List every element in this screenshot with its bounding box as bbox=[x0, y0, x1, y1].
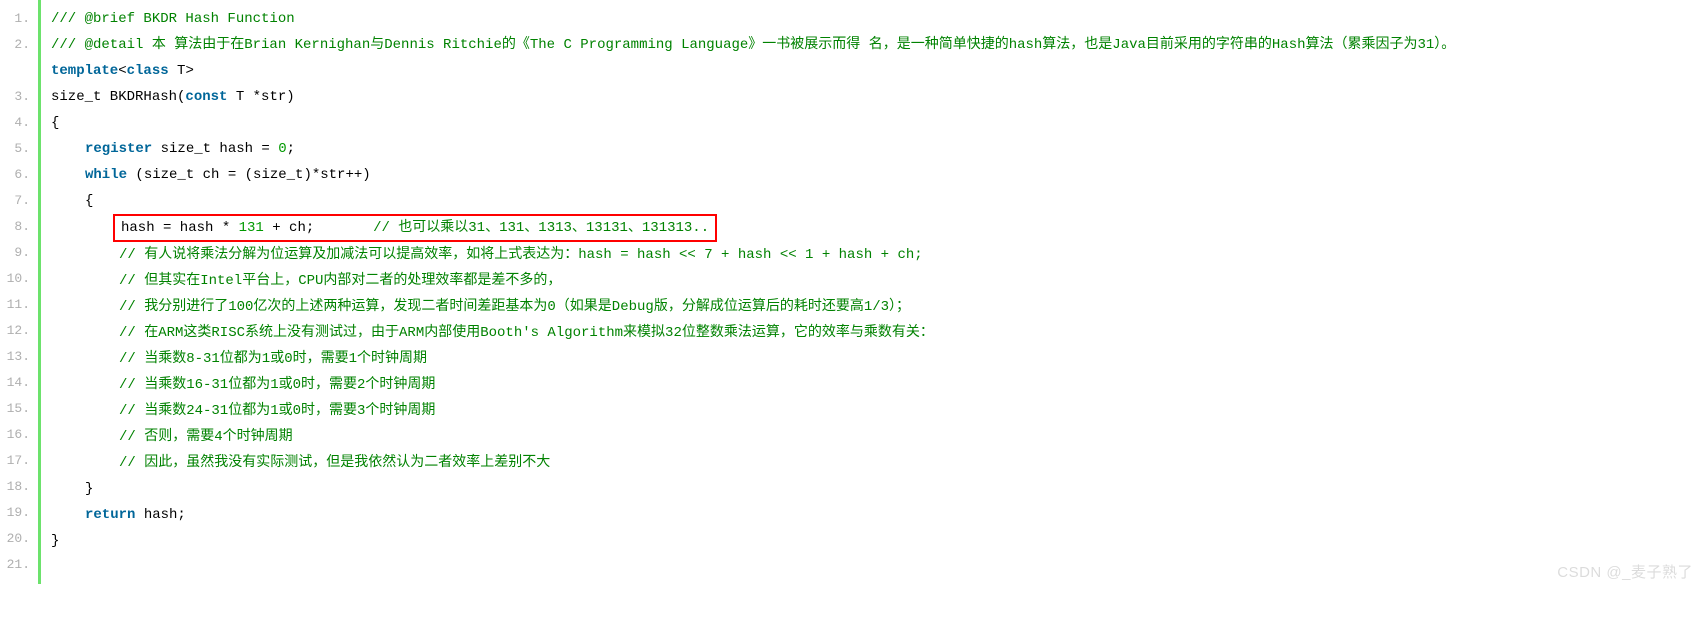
code-line: template<class T> bbox=[51, 58, 1707, 84]
line-number: 6. bbox=[0, 162, 30, 188]
code-text: + ch; bbox=[264, 220, 314, 236]
code-line: // 否则，需要4个时钟周期 bbox=[51, 424, 1707, 450]
code-line: hash = hash * 131 + ch; // 也可以乘以31、131、1… bbox=[51, 214, 1707, 242]
line-number: 18. bbox=[0, 474, 30, 500]
code-line: // 当乘数16-31位都为1或0时，需要2个时钟周期 bbox=[51, 372, 1707, 398]
code-text: T> bbox=[169, 63, 194, 79]
code-line: } bbox=[51, 528, 1707, 554]
line-number: 12. bbox=[0, 318, 30, 344]
code-text bbox=[314, 220, 373, 236]
line-number: 4. bbox=[0, 110, 30, 136]
code-line: // 当乘数8-31位都为1或0时，需要1个时钟周期 bbox=[51, 346, 1707, 372]
line-number: 7. bbox=[0, 188, 30, 214]
code-text: ; bbox=[287, 141, 295, 157]
highlight-box: hash = hash * 131 + ch; // 也可以乘以31、131、1… bbox=[113, 214, 717, 242]
keyword: while bbox=[85, 167, 127, 183]
line-number: 9. bbox=[0, 240, 30, 266]
line-number: 20. bbox=[0, 526, 30, 552]
code-text: T *str) bbox=[227, 89, 294, 105]
comment-text: // 当乘数24-31位都为1或0时，需要3个时钟周期 bbox=[119, 403, 435, 419]
line-number: 19. bbox=[0, 500, 30, 526]
code-line: // 但其实在Intel平台上，CPU内部对二者的处理效率都是差不多的， bbox=[51, 268, 1707, 294]
keyword: return bbox=[85, 507, 135, 523]
code-text: size_t BKDRHash( bbox=[51, 89, 185, 105]
code-line: // 在ARM这类RISC系统上没有测试过，由于ARM内部使用Booth's A… bbox=[51, 320, 1707, 346]
comment-text: // 也可以乘以31、131、1313、13131、131313.. bbox=[373, 220, 709, 236]
code-text: } bbox=[51, 533, 59, 549]
code-area[interactable]: /// @brief BKDR Hash Function /// @detai… bbox=[41, 0, 1707, 584]
keyword: const bbox=[185, 89, 227, 105]
comment-text: // 在ARM这类RISC系统上没有测试过，由于ARM内部使用Booth's A… bbox=[119, 325, 934, 341]
line-number: 2. bbox=[0, 32, 30, 58]
code-line: size_t BKDRHash(const T *str) bbox=[51, 84, 1707, 110]
line-number: 15. bbox=[0, 396, 30, 422]
code-line: } bbox=[51, 476, 1707, 502]
line-number: 8. bbox=[0, 214, 30, 240]
code-text: < bbox=[118, 63, 126, 79]
comment-text: /// @detail 本 算法由于在Brian Kernighan与Denni… bbox=[51, 37, 1455, 53]
comment-text: // 否则，需要4个时钟周期 bbox=[119, 429, 293, 445]
code-line: { bbox=[51, 188, 1707, 214]
code-line: // 有人说将乘法分解为位运算及加减法可以提高效率，如将上式表达为：hash =… bbox=[51, 242, 1707, 268]
comment-text: // 因此，虽然我没有实际测试，但是我依然认为二者效率上差别不大 bbox=[119, 455, 550, 471]
code-line: // 因此，虽然我没有实际测试，但是我依然认为二者效率上差别不大 bbox=[51, 450, 1707, 476]
comment-text: // 我分别进行了100亿次的上述两种运算，发现二者时间差距基本为0（如果是De… bbox=[119, 299, 910, 315]
code-line: { bbox=[51, 110, 1707, 136]
keyword: class bbox=[127, 63, 169, 79]
line-number: 1. bbox=[0, 6, 30, 32]
code-line: return hash; bbox=[51, 502, 1707, 528]
number-literal: 131 bbox=[239, 220, 264, 236]
number-literal: 0 bbox=[278, 141, 286, 157]
code-block: 1. 2. 3. 4. 5. 6. 7. 8. 9. 10. 11. 12. 1… bbox=[0, 0, 1707, 584]
line-number: 11. bbox=[0, 292, 30, 318]
code-text: { bbox=[51, 115, 59, 131]
line-number: 17. bbox=[0, 448, 30, 474]
code-text: { bbox=[85, 193, 93, 209]
code-text: } bbox=[85, 481, 93, 497]
line-number: 3. bbox=[0, 84, 30, 110]
line-number: 10. bbox=[0, 266, 30, 292]
code-line: while (size_t ch = (size_t)*str++) bbox=[51, 162, 1707, 188]
line-number: 14. bbox=[0, 370, 30, 396]
code-line: /// @brief BKDR Hash Function bbox=[51, 6, 1707, 32]
line-number: 16. bbox=[0, 422, 30, 448]
comment-text: // 有人说将乘法分解为位运算及加减法可以提高效率，如将上式表达为：hash =… bbox=[119, 247, 923, 263]
line-number: 5. bbox=[0, 136, 30, 162]
code-line: // 当乘数24-31位都为1或0时，需要3个时钟周期 bbox=[51, 398, 1707, 424]
comment-text: /// @brief BKDR Hash Function bbox=[51, 11, 295, 27]
keyword: register bbox=[85, 141, 152, 157]
code-line: register size_t hash = 0; bbox=[51, 136, 1707, 162]
code-text: hash; bbox=[135, 507, 185, 523]
code-line: // 我分别进行了100亿次的上述两种运算，发现二者时间差距基本为0（如果是De… bbox=[51, 294, 1707, 320]
keyword: template bbox=[51, 63, 118, 79]
line-number: 21. bbox=[0, 552, 30, 578]
line-number: 13. bbox=[0, 344, 30, 370]
comment-text: // 当乘数16-31位都为1或0时，需要2个时钟周期 bbox=[119, 377, 435, 393]
line-number-gutter: 1. 2. 3. 4. 5. 6. 7. 8. 9. 10. 11. 12. 1… bbox=[0, 0, 38, 584]
code-text: hash = hash * bbox=[121, 220, 239, 236]
comment-text: // 但其实在Intel平台上，CPU内部对二者的处理效率都是差不多的， bbox=[119, 273, 561, 289]
code-text: size_t hash = bbox=[152, 141, 278, 157]
code-text: (size_t ch = (size_t)*str++) bbox=[127, 167, 371, 183]
code-line: /// @detail 本 算法由于在Brian Kernighan与Denni… bbox=[51, 32, 1707, 58]
comment-text: // 当乘数8-31位都为1或0时，需要1个时钟周期 bbox=[119, 351, 427, 367]
